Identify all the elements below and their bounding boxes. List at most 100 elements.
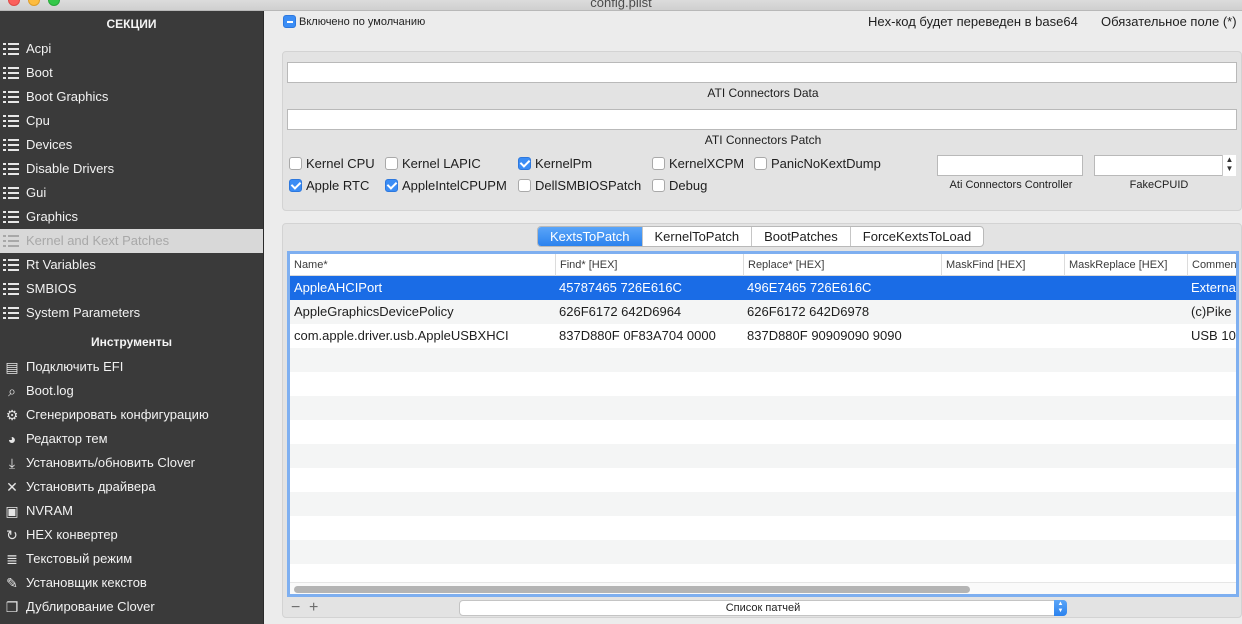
patches-table[interactable]: Name* Find* [HEX] Replace* [HEX] MaskFind [… — [287, 251, 1239, 597]
sidebar-item-label: Graphics — [26, 209, 79, 224]
option-checkbox[interactable]: Kernel CPU — [289, 155, 375, 171]
fake-cpuid-field[interactable] — [1094, 155, 1236, 176]
list-icon — [3, 210, 19, 224]
table-cell[interactable] — [1064, 300, 1187, 324]
tool-item[interactable]: ▣ NVRAM — [0, 499, 263, 523]
sidebar-item-acpi[interactable]: Acpi — [0, 37, 263, 61]
tool-item[interactable]: ▤ Подключить EFI — [0, 355, 263, 379]
table-cell[interactable]: 837D880F 90909090 9090 — [743, 324, 941, 348]
add-row-button[interactable]: + — [309, 600, 318, 616]
option-label: KernelPm — [535, 156, 593, 172]
ati-connectors-patch-field[interactable] — [287, 109, 1237, 130]
fake-cpuid-stepper[interactable]: ▲ ▼ — [1222, 155, 1236, 176]
tab-kextstopatch[interactable]: KextsToPatch — [538, 227, 642, 246]
sidebar-item-disable-drivers[interactable]: Disable Drivers — [0, 157, 263, 181]
tab-forcekextstoload[interactable]: ForceKextsToLoad — [849, 227, 983, 246]
tab-kerneltopatch[interactable]: KernelToPatch — [641, 227, 752, 246]
select-arrows-icon: ▲ ▼ — [1054, 600, 1067, 616]
table-cell[interactable]: USB 10.1 — [1187, 324, 1236, 348]
tab-bootpatches[interactable]: BootPatches — [751, 227, 850, 246]
column-header[interactable]: Comment — [1187, 254, 1236, 276]
sidebar-item-system-parameters[interactable]: System Parameters — [0, 301, 263, 325]
horizontal-scrollbar[interactable] — [290, 582, 1236, 594]
option-checkbox[interactable]: Kernel LAPIC — [385, 155, 481, 171]
sidebar-item-cpu[interactable]: Cpu — [0, 109, 263, 133]
tool-item[interactable]: ✎ Установщик кекстов — [0, 571, 263, 595]
empty-table-row[interactable] — [290, 516, 1236, 540]
sidebar-item-rt-variables[interactable]: Rt Variables — [0, 253, 263, 277]
table-cell[interactable] — [941, 300, 1064, 324]
ati-connectors-controller-field[interactable] — [937, 155, 1083, 176]
empty-table-row[interactable] — [290, 444, 1236, 468]
empty-table-row[interactable] — [290, 348, 1236, 372]
sidebar-item-devices[interactable]: Devices — [0, 133, 263, 157]
empty-table-row[interactable] — [290, 396, 1236, 420]
option-checkbox[interactable]: Debug — [652, 177, 707, 193]
empty-table-row[interactable] — [290, 468, 1236, 492]
option-label: DellSMBIOSPatch — [535, 178, 642, 194]
option-checkbox[interactable]: PanicNoKextDump — [754, 155, 881, 171]
sidebar-item-gui[interactable]: Gui — [0, 181, 263, 205]
checkbox-icon — [518, 157, 531, 171]
option-checkbox[interactable]: Apple RTC — [289, 177, 369, 193]
tool-item[interactable]: ✕ Установить драйвера — [0, 475, 263, 499]
table-row[interactable]: com.apple.driver.usb.AppleUSBXHCI 837D880… — [290, 324, 1236, 348]
column-header[interactable]: Replace* [HEX] — [743, 254, 941, 276]
tool-item-label: Установщик кекстов — [26, 575, 147, 590]
option-checkbox[interactable]: AppleIntelCPUPM — [385, 177, 507, 193]
table-cell[interactable] — [1064, 276, 1187, 300]
empty-table-row[interactable] — [290, 420, 1236, 444]
remove-row-button[interactable]: − — [291, 600, 300, 616]
list-icon — [3, 258, 19, 272]
tool-item[interactable]: ⌕ Boot.log — [0, 379, 263, 403]
patch-list-select[interactable]: Список патчей ▲ ▼ — [459, 600, 1067, 616]
column-header[interactable]: MaskReplace [HEX] — [1064, 254, 1187, 276]
table-cell[interactable]: (c)Pike R — [1187, 300, 1236, 324]
column-header[interactable]: Name* — [290, 254, 555, 276]
table-cell[interactable]: com.apple.driver.usb.AppleUSBXHCI — [290, 324, 555, 348]
empty-table-row[interactable] — [290, 372, 1236, 396]
column-header[interactable]: MaskFind [HEX] — [941, 254, 1064, 276]
table-cell[interactable]: External — [1187, 276, 1236, 300]
table-cell[interactable]: AppleAHCIPort — [290, 276, 555, 300]
option-checkbox[interactable]: KernelPm — [518, 155, 592, 171]
table-cell[interactable]: 837D880F 0F83A704 0000 — [555, 324, 743, 348]
table-row[interactable]: AppleGraphicsDevicePolicy 626F6172 642D69… — [290, 300, 1236, 324]
column-header[interactable]: Find* [HEX] — [555, 254, 743, 276]
tool-item[interactable]: ↻ HEX конвертер — [0, 523, 263, 547]
required-field-note: Обязательное поле (*) — [1101, 14, 1237, 29]
table-cell[interactable] — [1064, 324, 1187, 348]
sidebar-item-kernel-and-kext-patches[interactable]: Kernel and Kext Patches — [0, 229, 263, 253]
scrollbar-thumb[interactable] — [294, 586, 970, 593]
table-cell[interactable]: 626F6172 642D6964 — [555, 300, 743, 324]
enabled-by-default-label: Включено по умолчанию — [299, 15, 426, 28]
enabled-by-default-checkbox[interactable]: Включено по умолчанию — [283, 15, 425, 28]
table-row[interactable]: AppleAHCIPort 45787465 726E616C 496E7465 7… — [290, 276, 1236, 300]
palette-icon: ◕ — [7, 431, 17, 447]
table-cell[interactable] — [941, 324, 1064, 348]
table-cell[interactable]: AppleGraphicsDevicePolicy — [290, 300, 555, 324]
table-cell[interactable]: 45787465 726E616C — [555, 276, 743, 300]
tool-item[interactable]: ◕ Редактор тем — [0, 427, 263, 451]
option-checkbox[interactable]: DellSMBIOSPatch — [518, 177, 641, 193]
tool-item[interactable]: ❐ Дублирование Clover — [0, 595, 263, 619]
checkbox-icon — [754, 157, 767, 171]
empty-table-row[interactable] — [290, 540, 1236, 564]
sidebar-item-boot[interactable]: Boot — [0, 61, 263, 85]
sidebar-item-boot-graphics[interactable]: Boot Graphics — [0, 85, 263, 109]
table-cell[interactable]: 626F6172 642D6978 — [743, 300, 941, 324]
option-checkbox[interactable]: KernelXCPM — [652, 155, 744, 171]
tools-header: Инструменты — [90, 335, 173, 349]
table-cell[interactable]: 496E7465 726E616C — [743, 276, 941, 300]
sidebar-item-graphics[interactable]: Graphics — [0, 205, 263, 229]
ati-connectors-data-field[interactable] — [287, 62, 1237, 83]
tool-item[interactable]: ≣ Текстовый режим — [0, 547, 263, 571]
sidebar-item-smbios[interactable]: SMBIOS — [0, 277, 263, 301]
checkbox-icon — [652, 179, 665, 193]
empty-table-row[interactable] — [290, 492, 1236, 516]
table-cell[interactable] — [941, 276, 1064, 300]
tool-item[interactable]: ⤓ Установить/обновить Clover — [0, 451, 263, 475]
patches-panel: KextsToPatch KernelToPatch BootPatches Forc… — [282, 223, 1242, 618]
tool-item[interactable]: ⚙ Сгенерировать конфигурацию — [0, 403, 263, 427]
tool-item-label: Установить драйвера — [26, 479, 156, 494]
